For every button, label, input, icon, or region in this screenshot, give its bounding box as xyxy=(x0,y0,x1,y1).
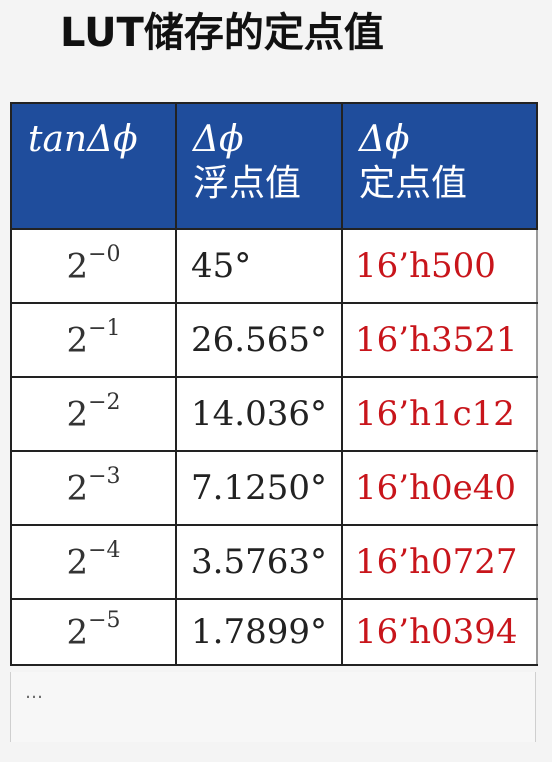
tan-exponent: −3 xyxy=(88,463,121,489)
ellipsis-text: … xyxy=(25,682,43,703)
float-cell: 14.036° xyxy=(175,376,343,452)
table-row: 2−0 45° 16’h500 xyxy=(10,228,538,304)
tan-cell: 2−3 xyxy=(10,450,177,526)
tan-base: 2 xyxy=(66,320,89,361)
lut-table: tanΔϕ Δϕ 浮点值 Δϕ 定点值 2−0 45° 16’h500 2−1 … xyxy=(10,102,538,666)
header-float-label: 浮点值 xyxy=(193,163,302,204)
tan-exponent: −5 xyxy=(88,607,121,633)
tan-cell: 2−0 xyxy=(10,228,177,304)
tan-cell: 2−5 xyxy=(10,598,177,666)
table-row: 2−1 26.565° 16’h3521 xyxy=(10,302,538,378)
float-cell: 7.1250° xyxy=(175,450,343,526)
header-tan-symbol: tanΔϕ xyxy=(28,119,138,160)
tan-exponent: −1 xyxy=(88,315,121,341)
tan-base: 2 xyxy=(66,468,89,509)
table-row: 2−4 3.5763° 16’h0727 xyxy=(10,524,538,600)
header-tan: tanΔϕ xyxy=(10,102,177,230)
table-row: 2−3 7.1250° 16’h0e40 xyxy=(10,450,538,526)
fixed-cell: 16’h1c12 xyxy=(341,376,538,452)
table-header-row: tanΔϕ Δϕ 浮点值 Δϕ 定点值 xyxy=(10,102,538,230)
tan-cell: 2−1 xyxy=(10,302,177,378)
page-title: LUT储存的定点值 xyxy=(60,10,384,56)
tan-exponent: −4 xyxy=(88,537,121,563)
header-fixed-label: 定点值 xyxy=(359,163,468,204)
tan-cell: 2−4 xyxy=(10,524,177,600)
table-row: 2−2 14.036° 16’h1c12 xyxy=(10,376,538,452)
header-float: Δϕ 浮点值 xyxy=(175,102,343,230)
header-float-symbol: Δϕ xyxy=(193,119,244,160)
tan-cell: 2−2 xyxy=(10,376,177,452)
table-row: 2−5 1.7899° 16’h0394 xyxy=(10,598,538,666)
float-cell: 1.7899° xyxy=(175,598,343,666)
tan-exponent: −2 xyxy=(88,389,121,415)
float-cell: 45° xyxy=(175,228,343,304)
fixed-cell: 16’h500 xyxy=(341,228,538,304)
float-cell: 3.5763° xyxy=(175,524,343,600)
tan-base: 2 xyxy=(66,394,89,435)
float-cell: 26.565° xyxy=(175,302,343,378)
tan-base: 2 xyxy=(66,542,89,583)
tan-base: 2 xyxy=(66,612,89,653)
fixed-cell: 16’h0727 xyxy=(341,524,538,600)
tan-base: 2 xyxy=(66,246,89,287)
fixed-cell: 16’h3521 xyxy=(341,302,538,378)
ellipsis-row: … xyxy=(10,672,536,742)
fixed-cell: 16’h0394 xyxy=(341,598,538,666)
fixed-cell: 16’h0e40 xyxy=(341,450,538,526)
tan-exponent: −0 xyxy=(88,241,121,267)
header-fixed-symbol: Δϕ xyxy=(359,119,410,160)
header-fixed: Δϕ 定点值 xyxy=(341,102,538,230)
